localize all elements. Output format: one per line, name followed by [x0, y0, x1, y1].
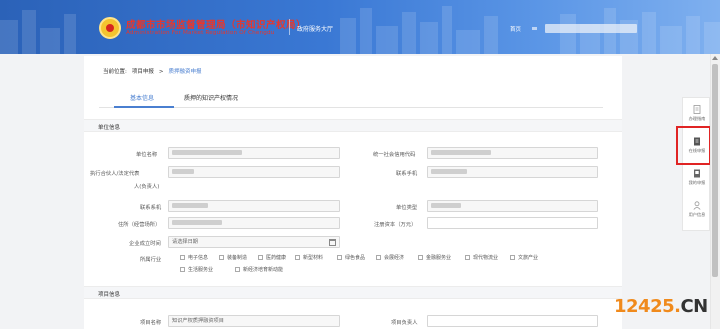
industry-checkbox[interactable]	[258, 255, 263, 260]
industry-checkbox[interactable]	[465, 255, 470, 260]
credit-code-input[interactable]	[427, 147, 598, 159]
breadcrumb-project-declare[interactable]: 项目申报	[132, 69, 154, 75]
header-divider	[289, 19, 290, 35]
industry-option[interactable]: 装备制造	[219, 254, 247, 261]
industry-checkbox[interactable]	[510, 255, 515, 260]
address-input[interactable]	[168, 217, 340, 229]
contact-phone-input[interactable]	[427, 166, 598, 178]
industry-option[interactable]: 生活服务业	[180, 266, 213, 273]
unit-info-title: 单位信息	[98, 125, 121, 131]
side-user-info-button[interactable]: 用户信息	[683, 198, 711, 228]
side-user-info-label: 用户信息	[688, 212, 706, 217]
industry-option-label: 医药健康	[266, 255, 287, 261]
legal-rep-input[interactable]	[168, 166, 340, 178]
industry-option[interactable]: 新经济培育新动能	[235, 266, 283, 273]
industry-option-label: 会展经济	[384, 255, 405, 261]
address-label: 住所（经营场所）	[118, 222, 161, 228]
breadcrumb-prefix: 当前位置:	[103, 69, 127, 75]
calendar-icon[interactable]	[329, 239, 336, 246]
industry-option[interactable]: 绿色食品	[337, 254, 365, 261]
unit-name-input[interactable]	[168, 147, 340, 159]
founded-date-placeholder: 请选择日期	[172, 239, 198, 245]
project-info-title: 项目信息	[98, 292, 121, 298]
industry-option[interactable]: 医药健康	[258, 254, 286, 261]
industry-option[interactable]: 现代物流业	[465, 254, 498, 261]
industry-option-label: 新经济培育新动能	[243, 267, 284, 273]
breadcrumb: 当前位置: 项目申报 > 质押融资申报	[103, 67, 207, 75]
site-watermark: 12425.CN	[614, 296, 708, 317]
contact-person-label: 联系系机	[140, 205, 162, 211]
industry-option-label: 装备制造	[227, 255, 248, 261]
watermark-cn: CN	[680, 296, 708, 317]
legal-rep-label-line2: 人(负责人)	[134, 184, 160, 190]
industry-checkbox[interactable]	[337, 255, 342, 260]
tab-pledged-ip[interactable]: 质押的知识产权情况	[184, 93, 238, 102]
industry-checkbox[interactable]	[180, 255, 185, 260]
breadcrumb-current: 质押融资申报	[168, 69, 202, 75]
industry-option[interactable]: 金融服务业	[418, 254, 451, 261]
founded-date-label: 企业成立时间	[129, 241, 161, 247]
site-subtitle: Administration For Market Regulation Of …	[126, 30, 275, 36]
industry-option[interactable]: 文旅产业	[510, 254, 538, 261]
active-tab-indicator	[114, 106, 174, 108]
industry-option-label: 绿色食品	[345, 255, 366, 261]
legal-rep-label-line1: 执行合伙人/法定代表	[90, 171, 140, 177]
site-header: 成都市市场监督管理局（市知识产权局） Administration For Ma…	[0, 0, 720, 54]
industry-checkbox[interactable]	[418, 255, 423, 260]
industry-checkbox[interactable]	[295, 255, 300, 260]
side-guide-label: 办理指南	[688, 116, 706, 121]
user-icon	[693, 201, 701, 210]
side-my-apply-button[interactable]: 我的申报	[683, 166, 711, 196]
founded-date-picker[interactable]: 请选择日期	[168, 236, 340, 248]
industry-option[interactable]: 电子信息	[180, 254, 208, 261]
industry-option-label: 现代物流业	[473, 255, 499, 261]
side-my-apply-label: 我的申报	[688, 180, 706, 185]
my-apply-icon	[694, 169, 700, 178]
breadcrumb-separator: >	[158, 69, 164, 75]
reg-capital-label: 注册资本（万元）	[374, 222, 417, 228]
watermark-number: 12425	[614, 296, 675, 317]
unit-type-input[interactable]	[427, 200, 598, 212]
project-info-section-header: 项目信息	[84, 286, 622, 299]
industry-label: 所属行业	[140, 257, 162, 263]
bureau-emblem-logo	[99, 17, 121, 39]
unit-type-label: 单位类型	[396, 205, 418, 211]
home-link[interactable]: 首页	[510, 25, 521, 33]
user-account-redacted[interactable]	[545, 24, 637, 33]
site-title: 成都市市场监督管理局（市知识产权局）	[126, 20, 307, 31]
industry-option[interactable]: 新型材料	[295, 254, 323, 261]
scroll-up-arrow-icon[interactable]	[712, 56, 718, 60]
red-highlight-box	[676, 126, 711, 165]
project-lead-label: 项目负责人	[391, 320, 418, 326]
project-name-value: 知识产权质押融资项目	[172, 318, 224, 324]
scrollbar-thumb[interactable]	[712, 64, 718, 277]
industry-checkbox[interactable]	[219, 255, 224, 260]
industry-checkbox[interactable]	[180, 267, 185, 272]
unit-info-section-header: 单位信息	[84, 119, 622, 132]
service-hall-link[interactable]: 政府服务大厅	[297, 24, 333, 33]
project-name-input[interactable]: 知识产权质押融资项目	[168, 315, 340, 327]
industry-option[interactable]: 会展经济	[376, 254, 404, 261]
unit-name-label: 单位名称	[136, 152, 158, 158]
contact-phone-label: 联系手机	[396, 171, 418, 177]
reg-capital-input[interactable]	[427, 217, 598, 229]
industry-option-label: 金融服务业	[426, 255, 452, 261]
industry-option-label: 生活服务业	[188, 267, 214, 273]
industry-option-label: 新型材料	[303, 255, 324, 261]
industry-checkbox[interactable]	[235, 267, 240, 272]
form-card: 当前位置: 项目申报 > 质押融资申报 基本信息 质押的知识产权情况 单位信息 单位名…	[84, 56, 622, 329]
credit-code-label: 统一社会信用代码	[373, 152, 416, 158]
guide-icon	[693, 105, 701, 114]
tab-basic-info[interactable]: 基本信息	[130, 93, 154, 102]
industry-option-label: 文旅产业	[518, 255, 539, 261]
form-tabs: 基本信息 质押的知识产权情况	[99, 86, 603, 108]
user-icon-small	[532, 27, 537, 30]
contact-person-input[interactable]	[168, 200, 340, 212]
industry-checkbox[interactable]	[376, 255, 381, 260]
industry-option-label: 电子信息	[188, 255, 209, 261]
project-lead-input[interactable]	[427, 315, 598, 327]
project-name-label: 项目名称	[140, 320, 162, 326]
